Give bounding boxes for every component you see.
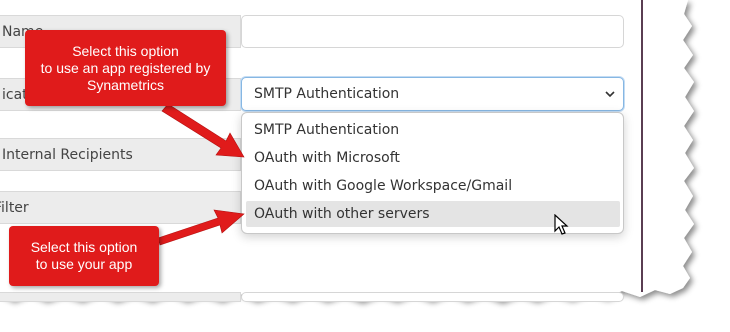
mouse-pointer-icon bbox=[554, 214, 569, 235]
callout-your-app: Select this option to use your app bbox=[9, 226, 159, 286]
form-panel: Name ication SMTP Authentication Interna… bbox=[0, 0, 730, 332]
arrow-to-microsoft bbox=[161, 103, 245, 158]
callout-synametrics-app: Select this option to use an app registe… bbox=[25, 30, 226, 106]
arrow-to-other-servers bbox=[157, 209, 245, 246]
